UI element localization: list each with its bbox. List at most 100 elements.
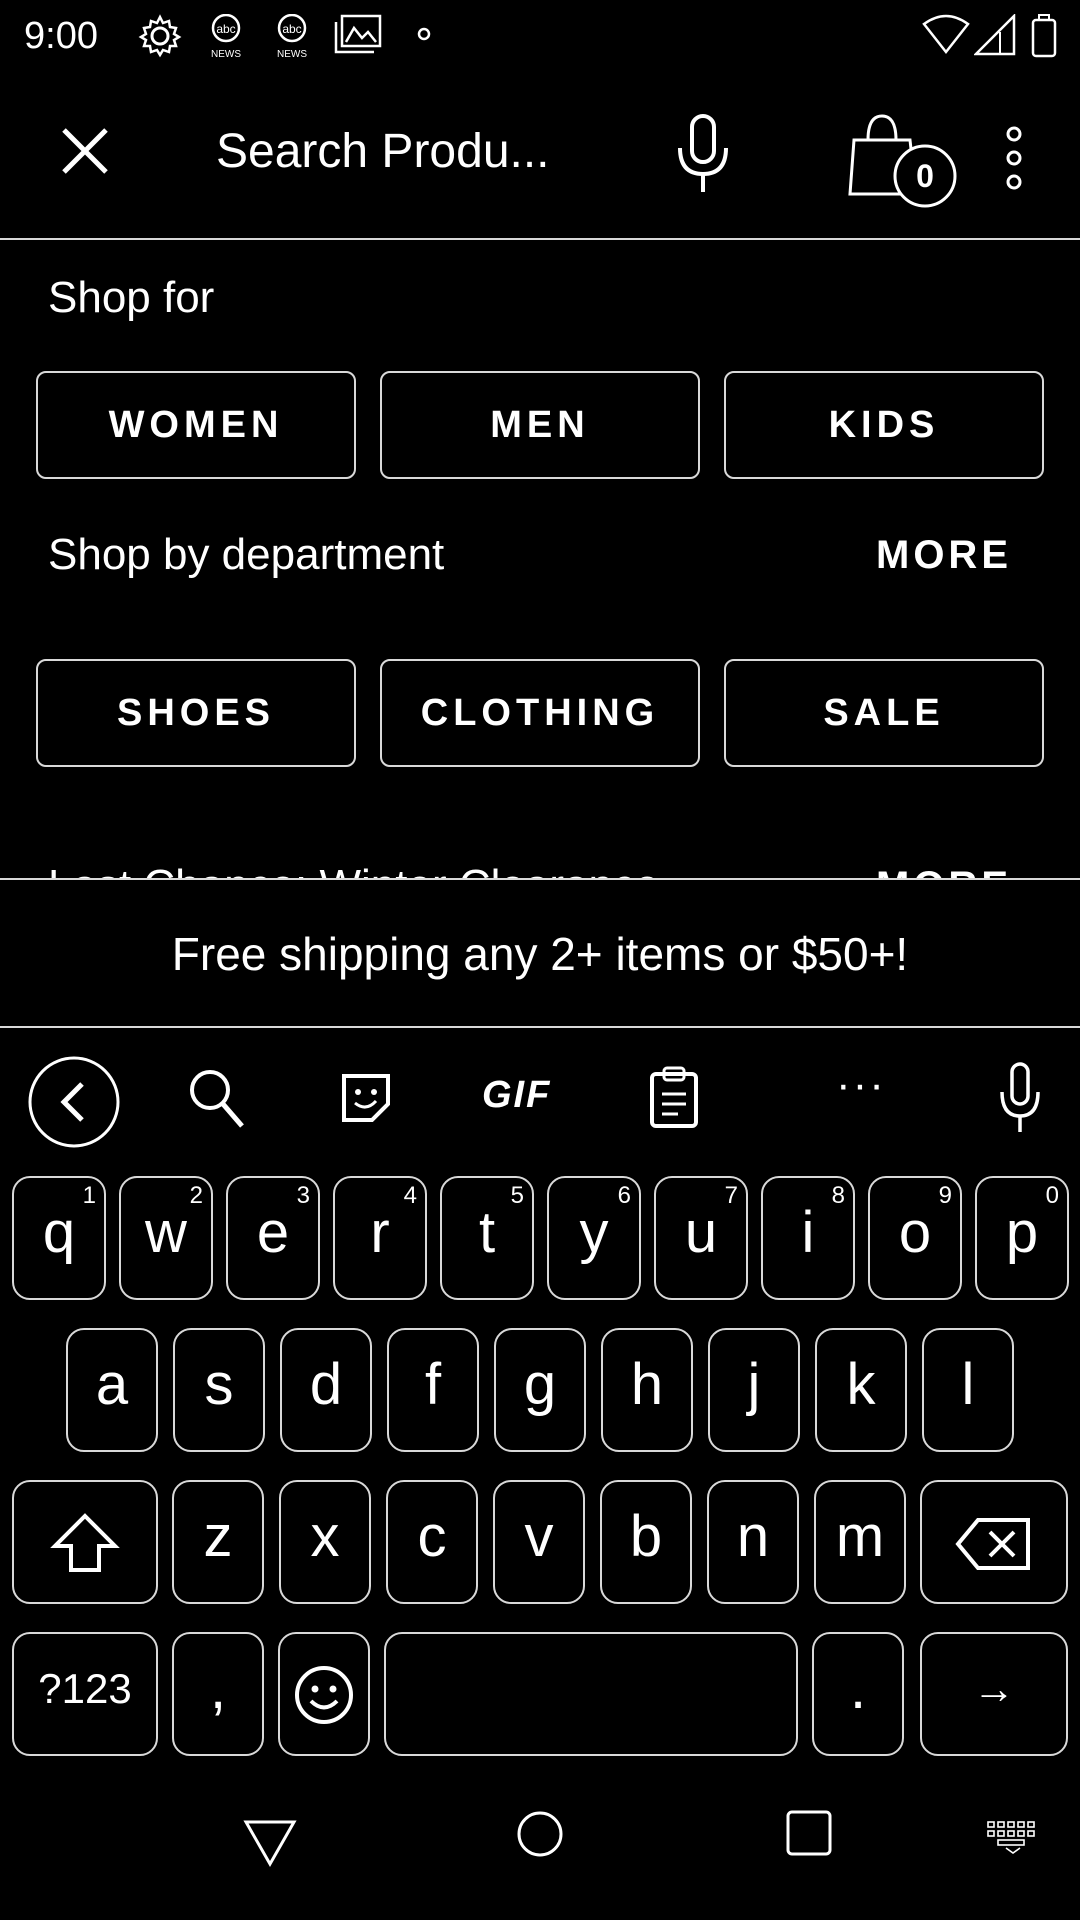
more-options-button[interactable]: ··· [836,1060,886,1110]
key-label: k [846,1352,876,1417]
department-more-link[interactable]: MORE [876,527,1012,583]
key-hint: 2 [189,1182,203,1209]
navigation-bar [0,1780,1080,1920]
key-label: j [747,1352,761,1417]
key-q[interactable]: q1 [12,1176,106,1300]
key-g[interactable]: g [494,1328,586,1452]
recents-square-icon[interactable] [784,1808,834,1858]
key-hint: 4 [403,1182,417,1209]
chip-sale[interactable]: SALE [724,659,1044,767]
key-label: n [736,1504,770,1569]
key-m[interactable]: m [814,1480,906,1604]
key-n[interactable]: n [707,1480,799,1604]
signal-icon [974,14,1016,56]
key-u[interactable]: u7 [654,1176,748,1300]
period-key-label: . [849,1656,867,1721]
keyboard-switch-icon[interactable] [986,1820,1042,1854]
status-bar: 9:00 abc NEWS abc NEWS [0,0,1080,72]
key-hint: 5 [510,1182,524,1209]
symbols-key-label: ?123 [38,1665,132,1712]
clipboard-icon[interactable] [648,1064,700,1130]
abc-news-icon: abc NEWS [270,13,314,61]
key-r[interactable]: r4 [333,1176,427,1300]
keyboard-mic-icon[interactable] [996,1062,1044,1134]
key-j[interactable]: j [708,1328,800,1452]
more-vert-icon[interactable] [994,120,1034,200]
key-hint: 6 [617,1182,631,1209]
key-f[interactable]: f [387,1328,479,1452]
keyboard-toolbar: GIF ··· [0,1030,1080,1160]
shift-key[interactable] [12,1480,158,1604]
key-y[interactable]: y6 [547,1176,641,1300]
key-label: h [630,1352,664,1417]
abc-news-label: NEWS [211,49,241,60]
wifi-icon [922,14,970,55]
sticker-icon[interactable] [338,1070,394,1126]
keyboard: ?123 , . → q1w2e3r4t5y6u7i8o9p0 a s d f g h j k l… [0,1170,1080,1770]
key-label: d [309,1352,343,1417]
key-l[interactable]: l [922,1328,1014,1452]
key-s[interactable]: s [173,1328,265,1452]
close-icon[interactable] [50,116,120,186]
comma-key[interactable]: , [172,1632,264,1756]
chip-shoes[interactable]: SHOES [36,659,356,767]
chip-women[interactable]: WOMEN [36,371,356,479]
key-d[interactable]: d [280,1328,372,1452]
key-w[interactable]: w2 [119,1176,213,1300]
key-i[interactable]: i8 [761,1176,855,1300]
period-key[interactable]: . [812,1632,904,1756]
cart-button[interactable]: 0 [846,110,966,218]
key-o[interactable]: o9 [868,1176,962,1300]
key-t[interactable]: t5 [440,1176,534,1300]
chip-men[interactable]: MEN [380,371,700,479]
dot-icon [417,27,431,41]
symbols-key[interactable]: ?123 [12,1632,158,1756]
svg-text:abc: abc [282,22,301,36]
key-a[interactable]: a [66,1328,158,1452]
key-e[interactable]: e3 [226,1176,320,1300]
key-p[interactable]: p0 [975,1176,1069,1300]
space-key[interactable] [384,1632,798,1756]
key-c[interactable]: c [386,1480,478,1604]
key-k[interactable]: k [815,1328,907,1452]
app-toolbar: Search Produ... 0 [0,76,1080,240]
back-triangle-icon[interactable] [242,1816,298,1868]
emoji-icon [295,1666,353,1724]
last-chance-title: Last Chance: Winter Clearance [48,858,659,878]
emoji-key[interactable] [278,1632,370,1756]
key-hint: 9 [938,1182,952,1209]
search-icon[interactable] [186,1066,246,1130]
abc-news-icon: abc NEWS [204,13,248,61]
key-h[interactable]: h [601,1328,693,1452]
key-z[interactable]: z [172,1480,264,1604]
key-label: m [835,1504,885,1569]
key-label: v [524,1504,554,1569]
backspace-key[interactable] [920,1480,1068,1604]
enter-key[interactable]: → [920,1632,1068,1756]
key-hint: 1 [82,1182,96,1209]
key-hint: 3 [296,1182,310,1209]
promo-banner: Free shipping any 2+ items or $50+! [0,878,1080,1028]
backspace-icon [955,1518,1030,1570]
back-chevron-icon[interactable] [26,1054,122,1150]
key-label: f [424,1352,442,1417]
gif-button[interactable]: GIF [482,1074,551,1117]
gallery-icon [334,14,382,54]
key-hint: 0 [1045,1182,1059,1209]
shift-arrow-icon [50,1513,120,1572]
key-v[interactable]: v [493,1480,585,1604]
last-chance-more-link[interactable]: MORE [876,858,1012,878]
search-input[interactable]: Search Produ... [216,120,550,184]
key-label: s [204,1352,234,1417]
key-label: b [629,1504,663,1569]
chip-kids[interactable]: KIDS [724,371,1044,479]
battery-icon [1031,14,1057,58]
key-hint: 8 [831,1182,845,1209]
svg-text:abc: abc [216,22,235,36]
chip-clothing[interactable]: CLOTHING [380,659,700,767]
key-x[interactable]: x [279,1480,371,1604]
home-circle-icon[interactable] [516,1810,564,1858]
last-chance-row: Last Chance: Winter Clearance MORE [0,836,1080,878]
mic-icon[interactable] [670,112,736,196]
key-b[interactable]: b [600,1480,692,1604]
